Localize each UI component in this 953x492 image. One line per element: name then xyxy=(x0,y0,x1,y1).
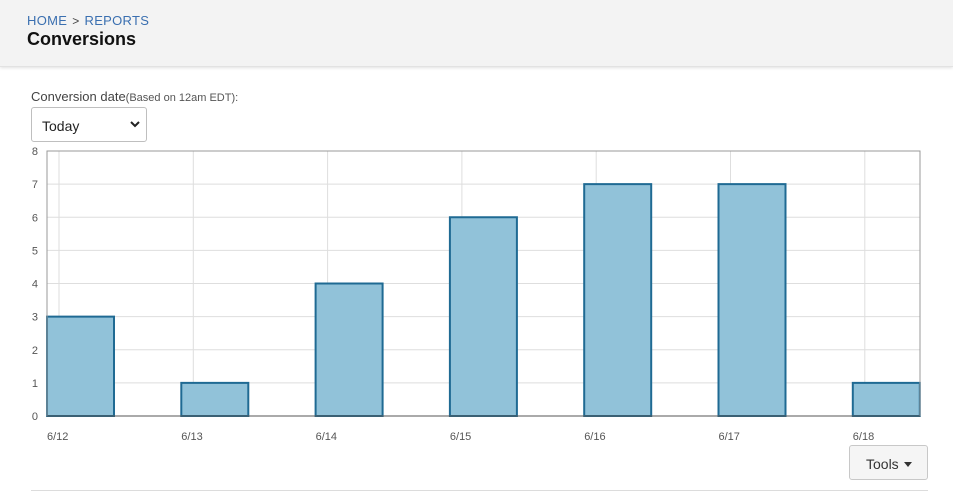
x-tick-label: 6/12 xyxy=(47,431,68,443)
breadcrumb: HOME > REPORTS xyxy=(27,13,149,28)
bar-6-18 xyxy=(851,381,921,417)
x-tick-label: 6/14 xyxy=(316,431,337,443)
bar-6-17 xyxy=(717,183,787,417)
conversion-date-label-text: Conversion date xyxy=(31,89,126,104)
conversion-date-selected-value: Today xyxy=(42,118,80,134)
bar-6-15 xyxy=(448,216,518,417)
bar-6-12 xyxy=(46,315,115,417)
tools-dropdown-button[interactable]: Tools xyxy=(849,445,928,480)
conversion-date-note: (Based on 12am EDT): xyxy=(125,92,239,104)
y-tick-label: 8 xyxy=(32,146,38,158)
y-tick-label: 2 xyxy=(32,345,38,357)
bar-6-14 xyxy=(314,282,384,417)
x-tick-label: 6/16 xyxy=(584,431,605,443)
x-tick-label: 6/15 xyxy=(450,431,471,443)
conversion-date-select[interactable]: Today xyxy=(31,107,147,142)
footer-divider xyxy=(31,490,928,491)
conversions-bar-chart: 0 1 2 3 4 5 6 7 8 6/12 6/13 6/14 6/15 6/16 6/17 6/18 xyxy=(32,146,921,443)
conversion-date-label: Conversion date(Based on 12am EDT): xyxy=(31,89,238,104)
breadcrumb-reports-link[interactable]: REPORTS xyxy=(85,13,150,28)
tools-button-label: Tools xyxy=(866,456,899,472)
bar-6-13 xyxy=(180,381,250,417)
x-tick-label: 6/18 xyxy=(853,431,874,443)
x-tick-label: 6/13 xyxy=(181,431,202,443)
x-tick-label: 6/17 xyxy=(719,431,740,443)
breadcrumb-separator: > xyxy=(72,14,80,28)
y-tick-label: 3 xyxy=(32,312,38,324)
y-tick-label: 1 xyxy=(32,378,38,390)
y-tick-label: 5 xyxy=(32,245,38,257)
caret-down-icon xyxy=(904,462,912,467)
page-title: Conversions xyxy=(27,29,137,49)
y-tick-label: 4 xyxy=(32,279,38,291)
y-tick-label: 7 xyxy=(32,179,38,191)
chevron-down-icon xyxy=(130,121,140,128)
bar-6-16 xyxy=(583,183,653,417)
y-tick-label: 6 xyxy=(32,212,38,224)
page-header: HOME > REPORTS Conversions xyxy=(0,0,953,67)
y-tick-label: 0 xyxy=(32,411,38,423)
breadcrumb-home-link[interactable]: HOME xyxy=(27,13,67,28)
